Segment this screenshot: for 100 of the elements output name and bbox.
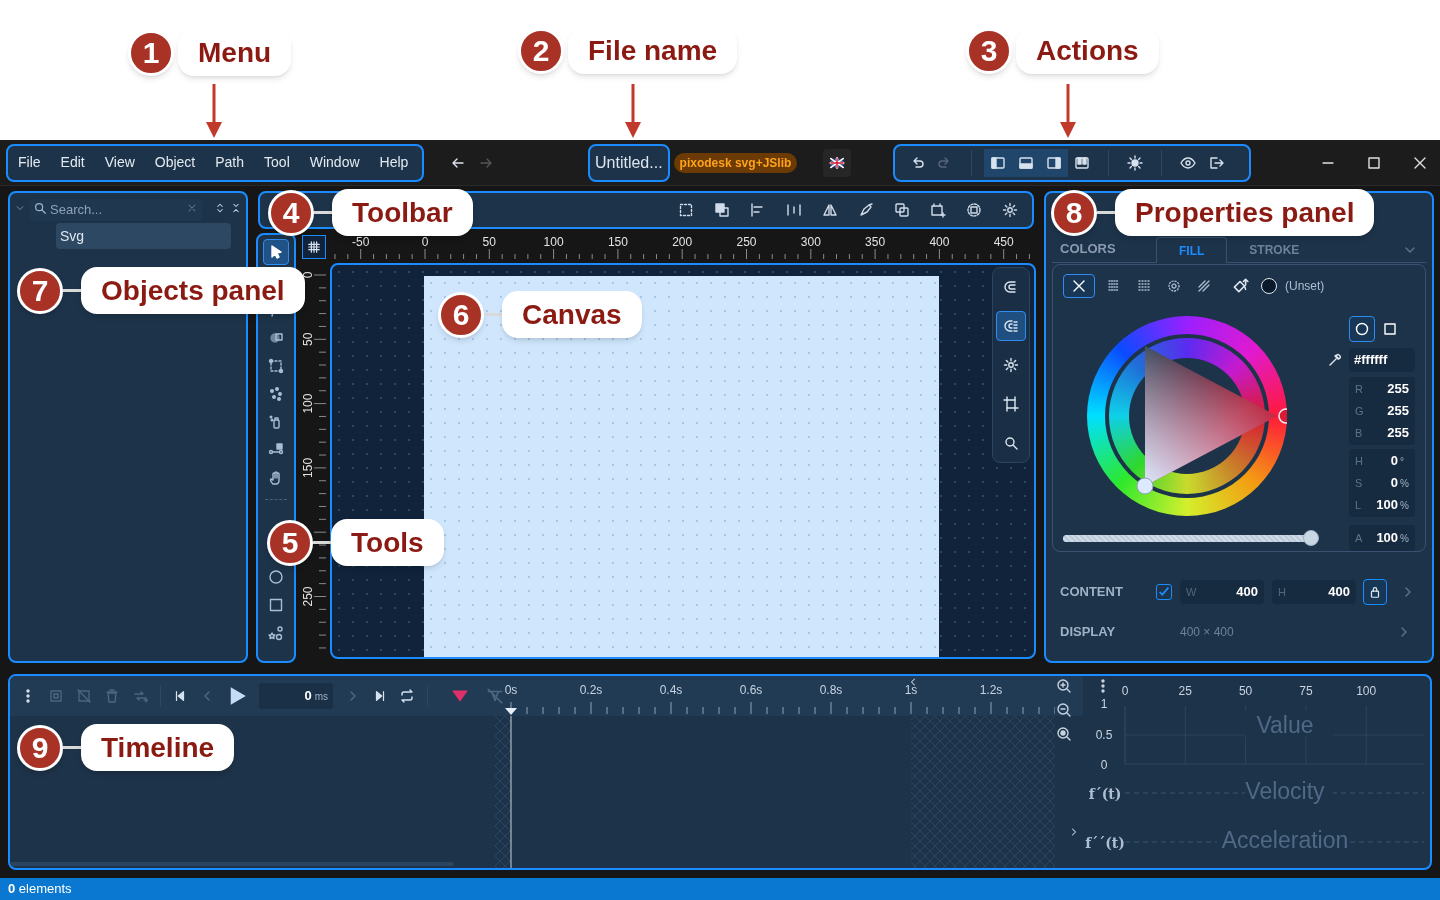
channel-value[interactable]: 0 <box>1390 473 1398 493</box>
ruler-label: 350 <box>865 235 886 249</box>
brightness-icon[interactable] <box>1127 154 1144 171</box>
channel-value[interactable]: 100 <box>1376 528 1399 548</box>
hex-field[interactable]: #ffffff <box>1349 348 1415 372</box>
layer-item[interactable]: Svg <box>56 223 231 249</box>
checkbox[interactable] <box>1156 584 1172 600</box>
crop-frame-icon[interactable] <box>1003 396 1019 412</box>
flip-icon[interactable] <box>822 202 838 218</box>
lock-icon <box>1368 585 1382 599</box>
channel-label: G <box>1355 403 1365 419</box>
ruler-label: -50 <box>352 235 370 249</box>
fill-mode-button[interactable] <box>1063 274 1095 298</box>
leader-line <box>63 289 81 292</box>
grid-icon[interactable] <box>307 240 321 254</box>
canvas-tool-button[interactable] <box>996 311 1026 341</box>
file-name[interactable]: Untitled... <box>588 143 670 182</box>
settings-icon[interactable] <box>1002 202 1018 218</box>
unit-label: ° <box>1400 454 1405 469</box>
time-field[interactable]: 0 ms <box>259 683 333 709</box>
search-icon[interactable] <box>1003 435 1019 451</box>
menu-item[interactable]: Window <box>299 152 370 173</box>
lock-button[interactable] <box>1363 579 1387 605</box>
pointer-icon[interactable] <box>268 244 284 260</box>
callout-arrow <box>1059 84 1077 138</box>
graph-tick: 1 <box>1100 697 1108 711</box>
channel-value[interactable]: 100 <box>1376 495 1398 515</box>
square-icon[interactable] <box>268 597 284 613</box>
canvas[interactable] <box>330 263 1036 659</box>
channel-value[interactable]: 255 <box>1387 401 1409 421</box>
leader-line <box>484 313 502 316</box>
ruler-label: 100 <box>302 393 315 414</box>
height-field[interactable]: H 400 <box>1272 580 1356 604</box>
menu-item[interactable]: Tool <box>254 152 300 173</box>
width-field[interactable]: W 400 <box>1180 580 1264 604</box>
maximize-icon[interactable] <box>1366 154 1382 171</box>
menu-item[interactable]: File <box>8 152 51 173</box>
menu-item[interactable]: Object <box>144 152 206 173</box>
top-panel-icon[interactable] <box>1074 154 1091 171</box>
alpha-slider[interactable] <box>1063 530 1317 546</box>
zoom-fit-icon[interactable] <box>1056 726 1072 742</box>
library-badge: pixodesk svg+JSlib <box>673 152 798 173</box>
align-left-icon[interactable] <box>750 202 766 218</box>
bring-front-icon[interactable] <box>714 202 730 218</box>
menu-item[interactable]: Help <box>369 152 419 173</box>
blob-icon[interactable] <box>268 330 284 346</box>
shapes-icon[interactable] <box>268 625 284 641</box>
channel-label: B <box>1355 425 1364 441</box>
menu-item[interactable]: View <box>94 152 145 173</box>
dots-icon[interactable] <box>268 386 284 402</box>
zoom-out-icon[interactable] <box>1056 702 1072 718</box>
expand-icon[interactable] <box>214 202 226 214</box>
bottom-panel-icon[interactable] <box>1018 154 1035 171</box>
time-label: 1s <box>904 683 918 697</box>
selection-frame-icon[interactable] <box>678 202 694 218</box>
section-title: DISPLAY <box>1060 623 1117 642</box>
collapse-icon[interactable] <box>230 202 242 214</box>
skip-end-icon[interactable] <box>373 689 387 703</box>
search-field[interactable]: Search... <box>30 198 202 221</box>
none-icon[interactable] <box>1071 278 1087 294</box>
duplicate-icon[interactable] <box>894 202 910 218</box>
distribute-icon[interactable] <box>786 202 802 218</box>
color-model-button[interactable] <box>1349 316 1375 342</box>
channel-value[interactable]: 0 <box>1390 451 1398 471</box>
tab[interactable]: FILL <box>1156 237 1228 263</box>
paint-bucket-icon[interactable] <box>1231 277 1249 295</box>
magnet-icon[interactable] <box>1003 279 1019 295</box>
grid-toggle[interactable] <box>302 235 326 259</box>
flag-icon[interactable] <box>828 155 847 170</box>
node-frame-icon[interactable] <box>268 358 284 374</box>
left-panel-icon[interactable] <box>990 154 1007 171</box>
leader-line <box>313 541 331 544</box>
search-icon[interactable] <box>33 201 47 215</box>
add-frame-icon[interactable] <box>930 202 946 218</box>
graph-title: Acceleration <box>1221 827 1349 853</box>
eyedropper-icon[interactable] <box>1327 352 1343 368</box>
eye-icon[interactable] <box>1180 154 1197 171</box>
panel-toggle[interactable] <box>984 148 1013 177</box>
skip-start-icon[interactable] <box>173 689 187 703</box>
leader-line <box>314 211 332 214</box>
time-label: 0.2s <box>579 683 603 697</box>
circle-icon[interactable] <box>268 569 284 585</box>
menu-item[interactable]: Path <box>205 152 255 173</box>
right-panel-icon[interactable] <box>1046 154 1063 171</box>
ruler-label: 200 <box>672 235 693 249</box>
square-icon[interactable] <box>1382 321 1398 337</box>
loop-icon[interactable] <box>399 688 415 704</box>
settings-icon[interactable] <box>1003 357 1019 373</box>
channel-value[interactable]: 255 <box>1387 423 1409 443</box>
magnet-grid-icon[interactable] <box>1003 318 1019 334</box>
menu-item[interactable]: Edit <box>50 152 95 173</box>
playhead-marker[interactable] <box>505 708 517 715</box>
export-icon[interactable] <box>1208 154 1225 171</box>
panel-toggle[interactable] <box>1040 148 1069 177</box>
tool-button[interactable] <box>263 239 289 265</box>
pen-icon[interactable] <box>858 202 874 218</box>
channel-value[interactable]: 255 <box>1387 379 1409 399</box>
image-frame-icon[interactable] <box>966 202 982 218</box>
zoom-in-icon[interactable] <box>1056 678 1072 694</box>
color-swatch[interactable] <box>1261 278 1277 294</box>
